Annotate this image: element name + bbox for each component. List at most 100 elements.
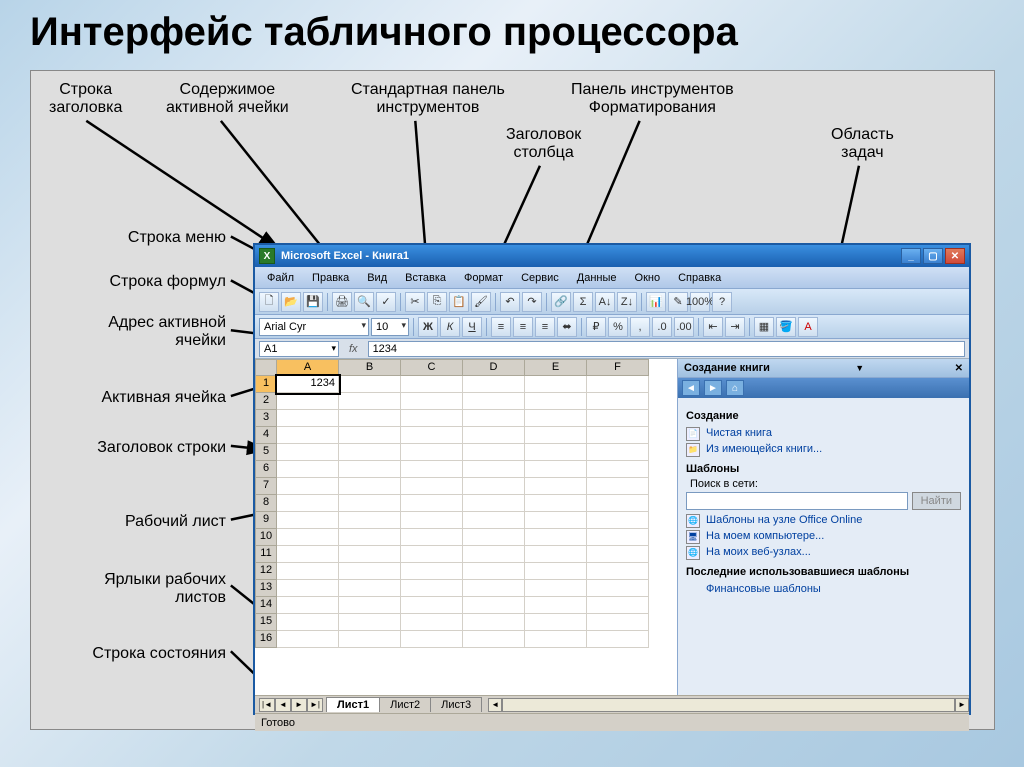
help-icon[interactable]: ?: [712, 292, 732, 312]
cell-C6[interactable]: [401, 461, 463, 478]
cell-B4[interactable]: [339, 427, 401, 444]
row-header-11[interactable]: 11: [255, 546, 277, 563]
cell-B11[interactable]: [339, 546, 401, 563]
sort-desc-icon[interactable]: Z↓: [617, 292, 637, 312]
sheet-tab-1[interactable]: Лист1: [326, 697, 380, 712]
cell-C9[interactable]: [401, 512, 463, 529]
tp-blank-workbook[interactable]: 📄Чистая книга: [686, 425, 961, 441]
cell-C14[interactable]: [401, 597, 463, 614]
cell-C11[interactable]: [401, 546, 463, 563]
cell-D5[interactable]: [463, 444, 525, 461]
cell-D11[interactable]: [463, 546, 525, 563]
column-header-c[interactable]: C: [401, 359, 463, 376]
fx-button[interactable]: fx: [343, 343, 364, 355]
paste-icon[interactable]: 📋: [449, 292, 469, 312]
tp-from-existing[interactable]: 📁Из имеющейся книги...: [686, 441, 961, 457]
cell-A2[interactable]: [277, 393, 339, 410]
row-header-16[interactable]: 16: [255, 631, 277, 648]
cell-E16[interactable]: [525, 631, 587, 648]
horizontal-scrollbar[interactable]: ◄ ►: [488, 698, 969, 712]
sort-asc-icon[interactable]: A↓: [595, 292, 615, 312]
new-icon[interactable]: 🗋: [259, 292, 279, 312]
cell-F15[interactable]: [587, 614, 649, 631]
cell-B10[interactable]: [339, 529, 401, 546]
minimize-button[interactable]: _: [901, 248, 921, 264]
merge-icon[interactable]: ⬌: [557, 317, 577, 337]
borders-icon[interactable]: ▦: [754, 317, 774, 337]
cell-A15[interactable]: [277, 614, 339, 631]
cell-D8[interactable]: [463, 495, 525, 512]
row-header-6[interactable]: 6: [255, 461, 277, 478]
fill-color-icon[interactable]: 🪣: [776, 317, 796, 337]
tab-next-icon[interactable]: ►: [291, 698, 307, 712]
cell-C1[interactable]: [401, 376, 463, 393]
cell-F4[interactable]: [587, 427, 649, 444]
cell-C2[interactable]: [401, 393, 463, 410]
select-all-corner[interactable]: [255, 359, 277, 376]
cell-B12[interactable]: [339, 563, 401, 580]
currency-icon[interactable]: ₽: [586, 317, 606, 337]
row-header-10[interactable]: 10: [255, 529, 277, 546]
align-right-icon[interactable]: ≡: [535, 317, 555, 337]
cell-F3[interactable]: [587, 410, 649, 427]
row-header-12[interactable]: 12: [255, 563, 277, 580]
cell-A5[interactable]: [277, 444, 339, 461]
cell-E14[interactable]: [525, 597, 587, 614]
spell-icon[interactable]: ✓: [376, 292, 396, 312]
increase-indent-icon[interactable]: ⇥: [725, 317, 745, 337]
task-pane-dropdown-icon[interactable]: ▼: [855, 363, 869, 373]
cell-D12[interactable]: [463, 563, 525, 580]
task-pane-close-icon[interactable]: ✕: [955, 363, 963, 374]
cell-E3[interactable]: [525, 410, 587, 427]
cell-B15[interactable]: [339, 614, 401, 631]
decrease-decimal-icon[interactable]: .00: [674, 317, 694, 337]
cell-B2[interactable]: [339, 393, 401, 410]
cell-A13[interactable]: [277, 580, 339, 597]
menu-edit[interactable]: Правка: [304, 270, 357, 286]
redo-icon[interactable]: ↷: [522, 292, 542, 312]
scroll-left-icon[interactable]: ◄: [488, 698, 502, 712]
cell-F6[interactable]: [587, 461, 649, 478]
cell-B14[interactable]: [339, 597, 401, 614]
cell-E4[interactable]: [525, 427, 587, 444]
row-header-3[interactable]: 3: [255, 410, 277, 427]
cell-E13[interactable]: [525, 580, 587, 597]
cell-E9[interactable]: [525, 512, 587, 529]
tab-last-icon[interactable]: ►|: [307, 698, 323, 712]
cell-A9[interactable]: [277, 512, 339, 529]
nav-forward-icon[interactable]: ►: [704, 380, 722, 396]
cell-C5[interactable]: [401, 444, 463, 461]
open-icon[interactable]: 📂: [281, 292, 301, 312]
cell-E5[interactable]: [525, 444, 587, 461]
tp-financial-templates[interactable]: Финансовые шаблоны: [686, 581, 961, 597]
row-header-9[interactable]: 9: [255, 512, 277, 529]
copy-icon[interactable]: ⎘: [427, 292, 447, 312]
hyperlink-icon[interactable]: 🔗: [551, 292, 571, 312]
cell-A11[interactable]: [277, 546, 339, 563]
row-header-14[interactable]: 14: [255, 597, 277, 614]
cell-C8[interactable]: [401, 495, 463, 512]
chart-icon[interactable]: 📊: [646, 292, 666, 312]
cell-E1[interactable]: [525, 376, 587, 393]
row-header-5[interactable]: 5: [255, 444, 277, 461]
preview-icon[interactable]: 🔍: [354, 292, 374, 312]
row-header-4[interactable]: 4: [255, 427, 277, 444]
cell-D14[interactable]: [463, 597, 525, 614]
scroll-track[interactable]: [502, 698, 955, 712]
column-header-f[interactable]: F: [587, 359, 649, 376]
cell-B8[interactable]: [339, 495, 401, 512]
row-header-7[interactable]: 7: [255, 478, 277, 495]
tab-prev-icon[interactable]: ◄: [275, 698, 291, 712]
cell-C7[interactable]: [401, 478, 463, 495]
maximize-button[interactable]: ▢: [923, 248, 943, 264]
cell-A16[interactable]: [277, 631, 339, 648]
cell-A6[interactable]: [277, 461, 339, 478]
cell-A1[interactable]: 1234: [277, 376, 339, 393]
cell-F16[interactable]: [587, 631, 649, 648]
cell-B9[interactable]: [339, 512, 401, 529]
cell-F11[interactable]: [587, 546, 649, 563]
cell-F9[interactable]: [587, 512, 649, 529]
cell-C10[interactable]: [401, 529, 463, 546]
nav-home-icon[interactable]: ⌂: [726, 380, 744, 396]
font-size-select[interactable]: 10: [371, 318, 409, 336]
